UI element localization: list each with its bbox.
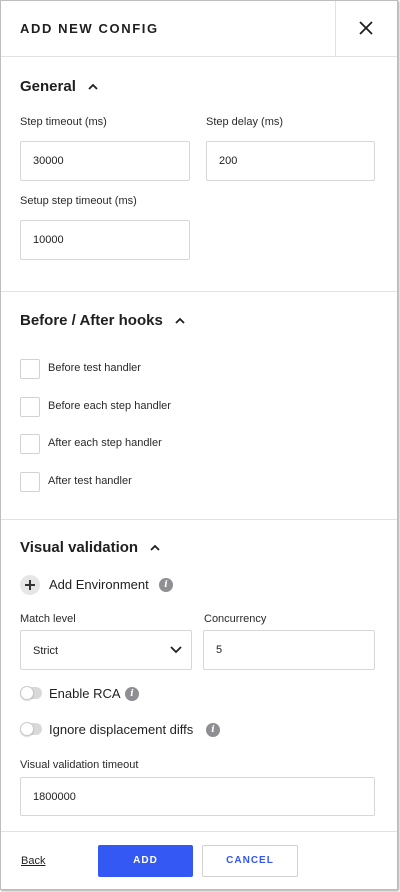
concurrency-label: Concurrency	[204, 613, 267, 625]
step-timeout-input[interactable]	[20, 141, 190, 181]
match-level-label: Match level	[20, 613, 76, 625]
step-timeout-label: Step timeout (ms)	[20, 116, 107, 128]
section-visual-toggle[interactable]: Visual validation	[20, 539, 160, 557]
setup-step-timeout-input[interactable]	[20, 220, 190, 260]
section-hooks-title: Before / After hooks	[20, 312, 163, 329]
chevron-down-icon	[170, 646, 182, 654]
info-icon[interactable]: i	[125, 687, 139, 701]
checkbox-label: Before test handler	[48, 362, 141, 374]
section-divider	[1, 519, 397, 520]
section-general-toggle[interactable]: General	[20, 78, 98, 96]
cancel-button[interactable]: CANCEL	[202, 845, 298, 877]
toggle-switch[interactable]	[20, 686, 42, 700]
section-general-title: General	[20, 78, 76, 95]
toggle-knob	[20, 686, 34, 700]
step-delay-label: Step delay (ms)	[206, 116, 284, 128]
back-link[interactable]: Back	[21, 855, 45, 867]
match-level-select[interactable]: Strict	[20, 630, 192, 670]
concurrency-input[interactable]	[203, 630, 375, 670]
info-icon[interactable]: i	[206, 723, 220, 737]
checkbox-box[interactable]	[20, 472, 40, 492]
plus-icon	[20, 575, 40, 595]
enable-rca-label: Enable RCA	[49, 686, 121, 701]
ignore-displacement-label: Ignore displacement diffs	[49, 722, 194, 737]
checkbox-box[interactable]	[20, 397, 40, 417]
checkbox-box[interactable]	[20, 359, 40, 379]
checkbox-label: After each step handler	[48, 437, 162, 449]
match-level-value: Strict	[33, 645, 59, 657]
panel-footer: Back ADD CANCEL	[1, 831, 397, 889]
add-button[interactable]: ADD	[98, 845, 193, 877]
info-icon[interactable]: i	[159, 578, 173, 592]
close-button[interactable]	[335, 1, 397, 57]
panel-header: ADD NEW CONFIG	[1, 1, 397, 57]
checkbox-label: After test handler	[48, 475, 132, 487]
section-divider	[1, 291, 397, 292]
checkbox-label: Before each step handler	[48, 400, 171, 412]
chevron-up-icon	[175, 311, 185, 328]
add-config-panel: ADD NEW CONFIG General Step timeout (ms)…	[0, 0, 398, 890]
chevron-up-icon	[150, 538, 160, 555]
toggle-switch[interactable]	[20, 722, 42, 736]
section-visual-title: Visual validation	[20, 539, 139, 556]
panel-title: ADD NEW CONFIG	[20, 21, 159, 36]
checkbox-box[interactable]	[20, 434, 40, 454]
setup-step-timeout-label: Setup step timeout (ms)	[20, 195, 137, 207]
chevron-up-icon	[88, 77, 98, 94]
visual-timeout-input[interactable]	[20, 777, 375, 816]
add-environment-label: Add Environment	[49, 577, 149, 592]
section-hooks-toggle[interactable]: Before / After hooks	[20, 312, 185, 330]
close-icon	[359, 21, 373, 35]
step-delay-input[interactable]	[206, 141, 375, 181]
toggle-knob	[20, 722, 34, 736]
visual-timeout-label: Visual validation timeout	[20, 759, 139, 771]
